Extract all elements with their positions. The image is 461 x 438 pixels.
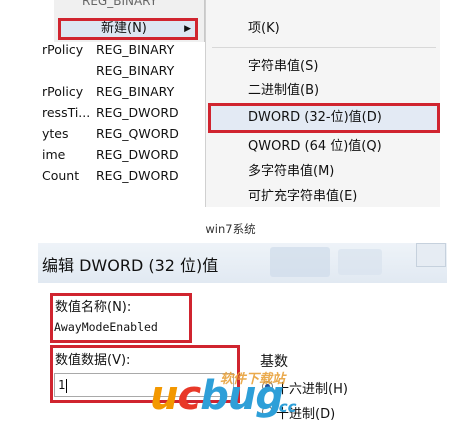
watermark-logo-bug: bug	[200, 373, 284, 419]
submenu-item-dword-value[interactable]: DWORD (32-位)值(D)	[248, 108, 382, 128]
value-name: Count	[42, 168, 80, 183]
text-caret	[66, 378, 68, 393]
value-name: rPolicy	[42, 42, 84, 57]
submenu-divider	[212, 47, 436, 48]
submenu-item-binary-value[interactable]: 二进制值(B)	[248, 81, 319, 101]
submenu-item-expandable-string-value[interactable]: 可扩充字符串值(E)	[248, 187, 357, 207]
hex-radio-label[interactable]: 十六进制(H)	[276, 378, 348, 397]
registry-value-row[interactable]: Count REG_DWORD	[42, 166, 202, 186]
caption: win7系统	[205, 222, 256, 236]
value-name: ressTi...	[42, 105, 90, 120]
value-type: REG_BINARY	[96, 42, 175, 57]
submenu-arrow-icon: ▶	[184, 24, 191, 34]
blurred-background-icon	[270, 247, 330, 277]
value-name: ime	[42, 147, 66, 162]
registry-value-row[interactable]: rPolicy REG_BINARY	[42, 82, 202, 102]
submenu-item-qword-value[interactable]: QWORD (64 位)值(Q)	[248, 137, 382, 157]
registry-value-row[interactable]: ytes REG_QWORD	[42, 124, 202, 144]
value-name: rPolicy	[42, 84, 84, 99]
registry-values-list: rPolicy REG_BINARY REG_BINARY rPolicy RE…	[42, 40, 202, 205]
submenu-item-key[interactable]: 项(K)	[248, 19, 280, 39]
value-type: REG_QWORD	[96, 126, 179, 141]
regedit-context-menu-screenshot: REG_BINARY 新建(N) ▶ rPolicy REG_BINARY RE…	[42, 0, 440, 207]
registry-value-row[interactable]: ressTi... REG_DWORD	[42, 103, 202, 123]
registry-value-row[interactable]: rPolicy REG_BINARY	[42, 40, 202, 60]
watermark-logo-c: c	[177, 373, 201, 419]
watermark-logo-u: u	[150, 373, 179, 419]
new-menu-item[interactable]: 新建(N) ▶	[58, 18, 198, 40]
value-name-field[interactable]: AwayModeEnabled	[54, 316, 188, 338]
value-name: ytes	[42, 126, 69, 141]
blurred-background-icon	[338, 249, 382, 275]
value-data-label: 数值数据(V):	[55, 353, 131, 368]
value-type: REG_DWORD	[96, 168, 179, 183]
close-button[interactable]	[416, 243, 446, 267]
value-name-label: 数值名称(N):	[55, 300, 132, 315]
registry-value-row[interactable]: REG_BINARY	[42, 61, 202, 81]
partial-type-top: REG_BINARY	[82, 0, 158, 8]
value-type: REG_DWORD	[96, 105, 179, 120]
submenu-item-multi-string-value[interactable]: 多字符串值(M)	[248, 162, 334, 182]
dialog-title: 编辑 DWORD (32 位)值	[42, 256, 219, 275]
value-type: REG_DWORD	[96, 147, 179, 162]
watermark-logo: ucbug	[150, 373, 284, 419]
submenu-item-string-value[interactable]: 字符串值(S)	[248, 57, 318, 77]
registry-value-row[interactable]: ime REG_DWORD	[42, 145, 202, 165]
edit-dword-dialog-screenshot: 编辑 DWORD (32 位)值 数值名称(N): AwayModeEnable…	[38, 243, 447, 438]
watermark-domain-suffix: .cc	[273, 398, 297, 416]
value-data-text: 1	[58, 378, 66, 392]
value-type: REG_BINARY	[96, 84, 175, 99]
new-submenu: 项(K) 字符串值(S) 二进制值(B) DWORD (32-位)值(D) QW…	[206, 0, 440, 207]
value-type: REG_BINARY	[96, 63, 175, 78]
new-menu-item-label: 新建(N)	[101, 21, 147, 36]
